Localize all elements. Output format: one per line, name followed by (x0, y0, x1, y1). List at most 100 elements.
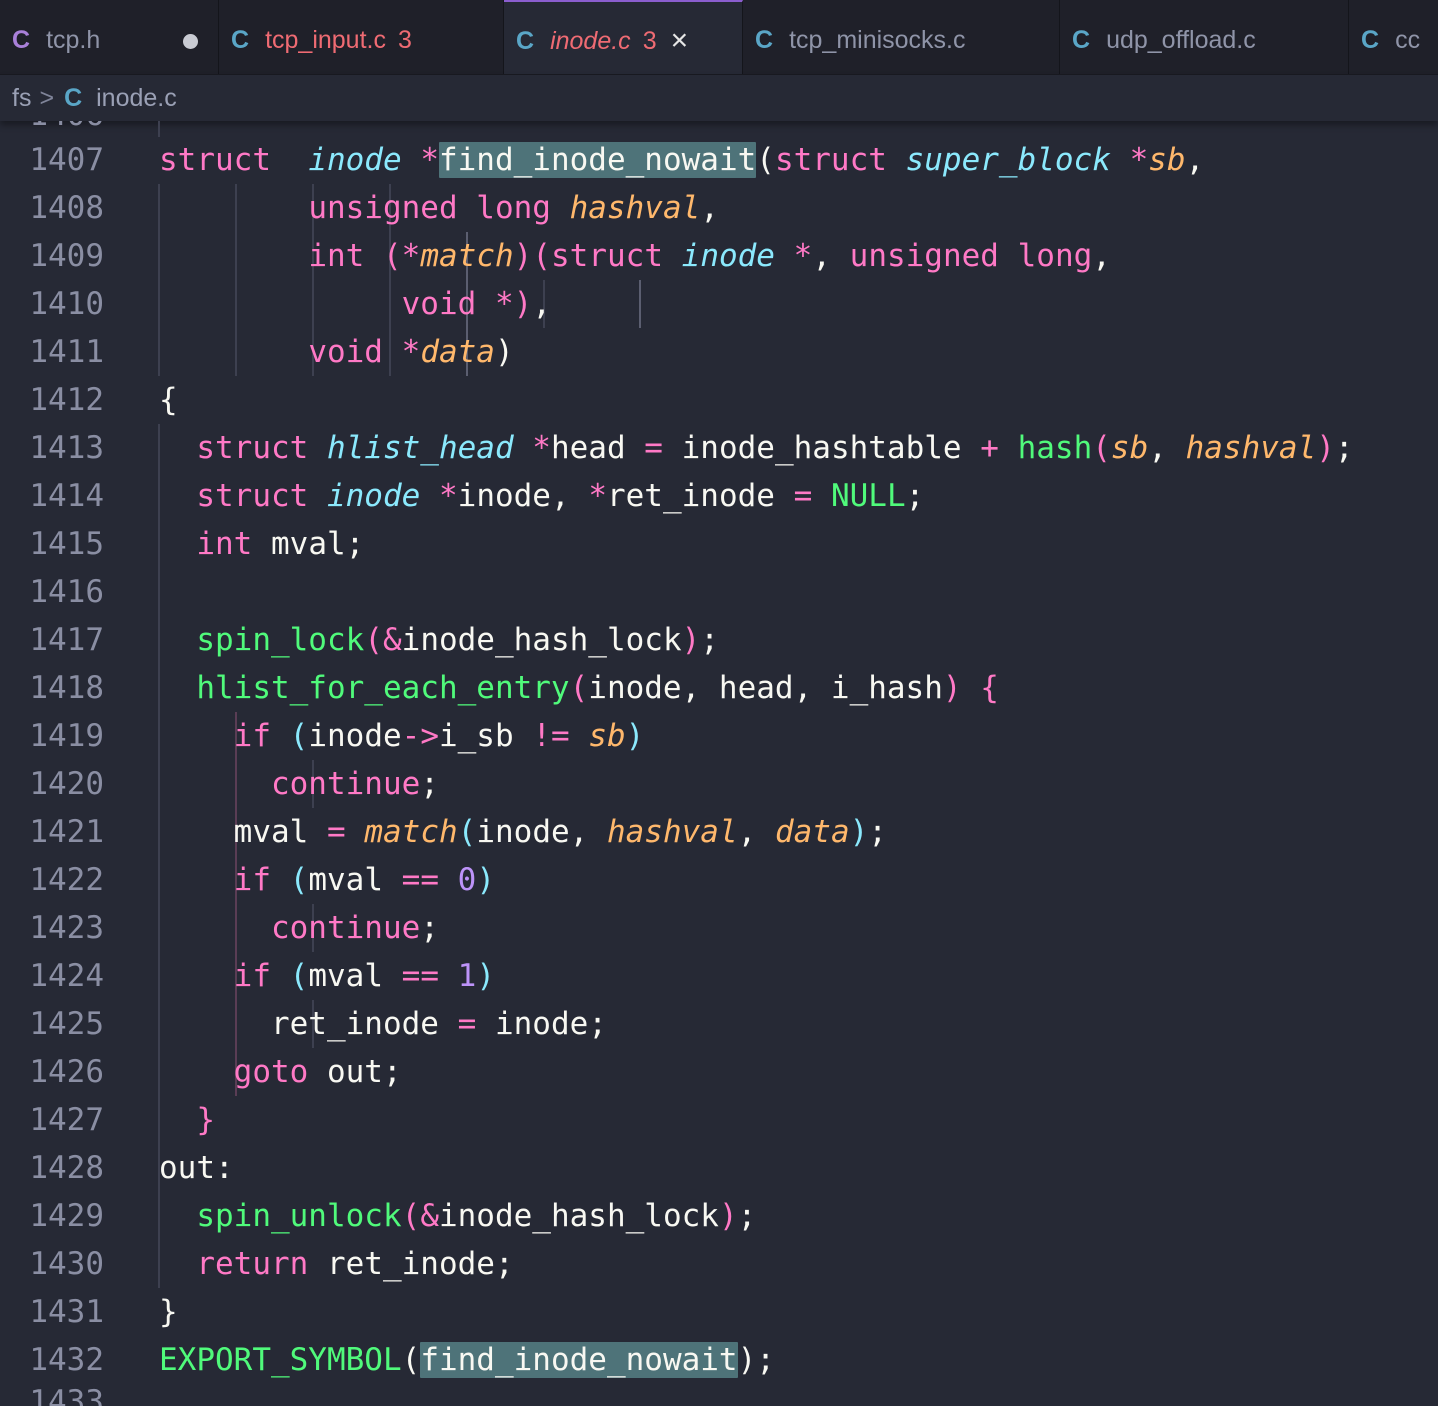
code-token: ( (1092, 430, 1111, 466)
tab-inode-c[interactable]: C inode.c 3 × (504, 0, 743, 74)
code-token: inode, head, i_hash (588, 670, 943, 706)
code-token: out; (308, 1054, 402, 1090)
code-line-partial-bottom: 1433 (0, 1378, 1438, 1406)
code-token: inode (308, 718, 402, 754)
code-line[interactable]: 1413 struct hlist_head *head = inode_has… (0, 424, 1438, 472)
line-number: 1428 (29, 1150, 104, 1186)
code-text: goto out; (159, 1048, 402, 1096)
code-token: if (233, 718, 271, 754)
breadcrumb-file[interactable]: inode.c (96, 84, 177, 113)
code-token: ; (1334, 430, 1354, 466)
code-token: hashval (606, 814, 738, 850)
code-token: out: (159, 1150, 234, 1186)
tab-tcp-input-c[interactable]: C tcp_input.c 3 (219, 0, 504, 74)
code-line[interactable]: 1424 if (mval == 1) (0, 952, 1438, 1000)
code-token: inode_hash_lock (438, 1198, 719, 1234)
code-line[interactable]: 1419 if (inode->i_sb != sb) (0, 712, 1438, 760)
code-token: ( (401, 1198, 421, 1234)
code-text: hlist_for_each_entry(inode, head, i_hash… (159, 664, 999, 712)
code-line[interactable]: 1417 spin_lock(&inode_hash_lock); (0, 616, 1438, 664)
code-line[interactable]: 1409 int (*match)(struct inode *, unsign… (0, 232, 1438, 280)
breadcrumb: fs > C inode.c (0, 75, 1438, 121)
code-token: mval (308, 958, 402, 994)
code-token: hlist_head (326, 430, 514, 466)
c-file-icon: C (516, 26, 535, 55)
code-token: inode_hashtable (662, 430, 981, 466)
code-line[interactable]: 1407 struct inode *find_inode_nowait(stru… (0, 136, 1438, 184)
code-token: void (401, 286, 477, 322)
code-text: ret_inode = inode; (159, 1000, 607, 1048)
code-line[interactable]: 1420 continue; (0, 760, 1438, 808)
code-text: } (159, 1288, 178, 1336)
code-token: & (420, 1198, 439, 1234)
code-line[interactable]: 1416 (0, 568, 1438, 616)
code-text: struct inode *find_inode_nowait(struct s… (159, 136, 1204, 184)
code-line[interactable]: 1425 ret_inode = inode; (0, 1000, 1438, 1048)
code-editor[interactable]: 1406 1407struct inode *find_inode_nowait… (0, 121, 1438, 1406)
code-line[interactable]: 1430 return ret_inode; (0, 1240, 1438, 1288)
code-token: , (532, 286, 551, 322)
code-text: if (inode->i_sb != sb) (159, 712, 645, 760)
code-line[interactable]: 1412 { (0, 376, 1438, 424)
code-token: ; (700, 622, 719, 658)
code-token: -> (401, 718, 439, 754)
unsaved-dot-icon[interactable] (183, 34, 198, 49)
code-line[interactable]: 1427 } (0, 1096, 1438, 1144)
code-text: continue; (159, 904, 439, 952)
code-token: ) (681, 622, 701, 658)
close-tab-icon[interactable]: × (671, 26, 689, 56)
code-text: int (*match)(struct inode *, unsigned lo… (159, 232, 1111, 280)
code-line[interactable]: 1432 EXPORT_SYMBOL(find_inode_nowait); (0, 1336, 1438, 1384)
code-token: ; (756, 1342, 775, 1378)
tab-udp-offload-c[interactable]: C udp_offload.c (1060, 0, 1349, 74)
code-line[interactable]: 1429 spin_unlock(&inode_hash_lock); (0, 1192, 1438, 1240)
code-line[interactable]: 1426 goto out; (0, 1048, 1438, 1096)
code-line[interactable]: 1414 struct inode *inode, *ret_inode = N… (0, 472, 1438, 520)
tab-tcp-minisocks-c[interactable]: C tcp_minisocks.c (743, 0, 1060, 74)
code-token: int (308, 238, 365, 274)
code-token: unsigned (308, 190, 458, 226)
code-text: struct inode *inode, *ret_inode = NULL; (159, 472, 924, 520)
code-token: * (438, 478, 458, 514)
code-line[interactable]: 1421 mval = match(inode, hashval, data); (0, 808, 1438, 856)
code-token: ; (420, 910, 439, 946)
line-number: 1432 (29, 1342, 104, 1378)
code-line[interactable]: 1415 int mval; (0, 520, 1438, 568)
code-token: inode, (476, 814, 607, 850)
tab-tcp-h[interactable]: C tcp.h (0, 0, 219, 74)
tab-label: tcp_minisocks.c (789, 25, 966, 54)
line-number: 1412 (29, 382, 104, 418)
code-token: = (457, 1006, 477, 1042)
code-token: mval (159, 814, 327, 850)
code-line[interactable]: 1410 void *), (0, 280, 1438, 328)
code-text: EXPORT_SYMBOL(find_inode_nowait); (159, 1336, 775, 1384)
code-line[interactable]: 1411 void *data) (0, 328, 1438, 376)
code-line[interactable]: 1418 hlist_for_each_entry(inode, head, i… (0, 664, 1438, 712)
code-token: struct (196, 478, 309, 514)
code-line[interactable]: 1422 if (mval == 0) (0, 856, 1438, 904)
code-token: super_block (905, 142, 1111, 178)
breadcrumb-folder[interactable]: fs (12, 84, 31, 113)
code-line[interactable]: 1431} (0, 1288, 1438, 1336)
tab-cc[interactable]: C cc (1349, 0, 1438, 74)
code-token: long (1017, 238, 1093, 274)
code-token: ; (420, 766, 439, 802)
line-number: 1427 (29, 1102, 104, 1138)
code-token: inode; (476, 1006, 607, 1042)
code-line[interactable]: 1428 out: (0, 1144, 1438, 1192)
code-token: * (420, 142, 439, 178)
code-line[interactable]: 1408 unsigned long hashval, (0, 184, 1438, 232)
code-line[interactable]: 1423 continue; (0, 904, 1438, 952)
